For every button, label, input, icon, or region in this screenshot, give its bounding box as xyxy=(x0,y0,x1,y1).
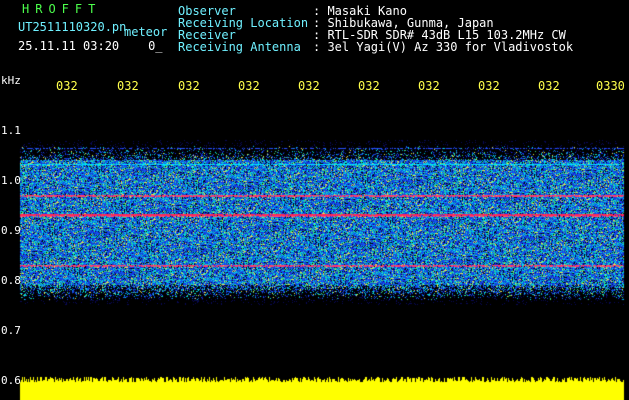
freq-tick-label: 1.1 xyxy=(1,124,21,137)
freq-tick-label: 0.8 xyxy=(1,274,21,287)
time-tick-label: 032 xyxy=(238,79,260,93)
antenna-label: Receiving Antenna xyxy=(178,40,301,54)
time-tick-label: 032 xyxy=(56,79,78,93)
count-value: 0_ xyxy=(148,39,163,53)
spectrogram-canvas xyxy=(0,0,629,400)
app-title: HROFFT xyxy=(22,2,102,16)
info-values: : Masaki Kano: Shibukawa, Gunma, Japan: … xyxy=(313,5,573,53)
time-tick-label: 032 xyxy=(298,79,320,93)
meteor-label: meteor xyxy=(124,25,168,39)
date-time: 25.11.11 03:20 0_ xyxy=(18,40,163,52)
time-tick-label: 032 xyxy=(538,79,560,93)
freq-tick-label: 0.6 xyxy=(1,374,21,387)
time-tick-label: 032 xyxy=(418,79,440,93)
time-tick-label: 032 xyxy=(478,79,500,93)
freq-tick-label: 1.0 xyxy=(1,174,21,187)
date-time-value: 25.11.11 03:20 xyxy=(18,39,120,53)
freq-tick-label: 0.9 xyxy=(1,224,21,237)
info-labels: Observer Receiving Location Receiver Receiv… xyxy=(178,5,308,53)
freq-tick-label: 0.7 xyxy=(1,324,21,337)
time-tick-label: 032 xyxy=(178,79,200,93)
frequency-unit-label: kHz xyxy=(1,74,21,87)
time-tick-label: 032 xyxy=(358,79,380,93)
antenna-value: : 3el Yagi(V) Az 330 for Vladivostok xyxy=(313,40,574,54)
time-tick-label: 0330 xyxy=(596,79,625,93)
file-name: UT2511110320.pn xyxy=(18,20,127,34)
time-tick-label: 032 xyxy=(117,79,139,93)
